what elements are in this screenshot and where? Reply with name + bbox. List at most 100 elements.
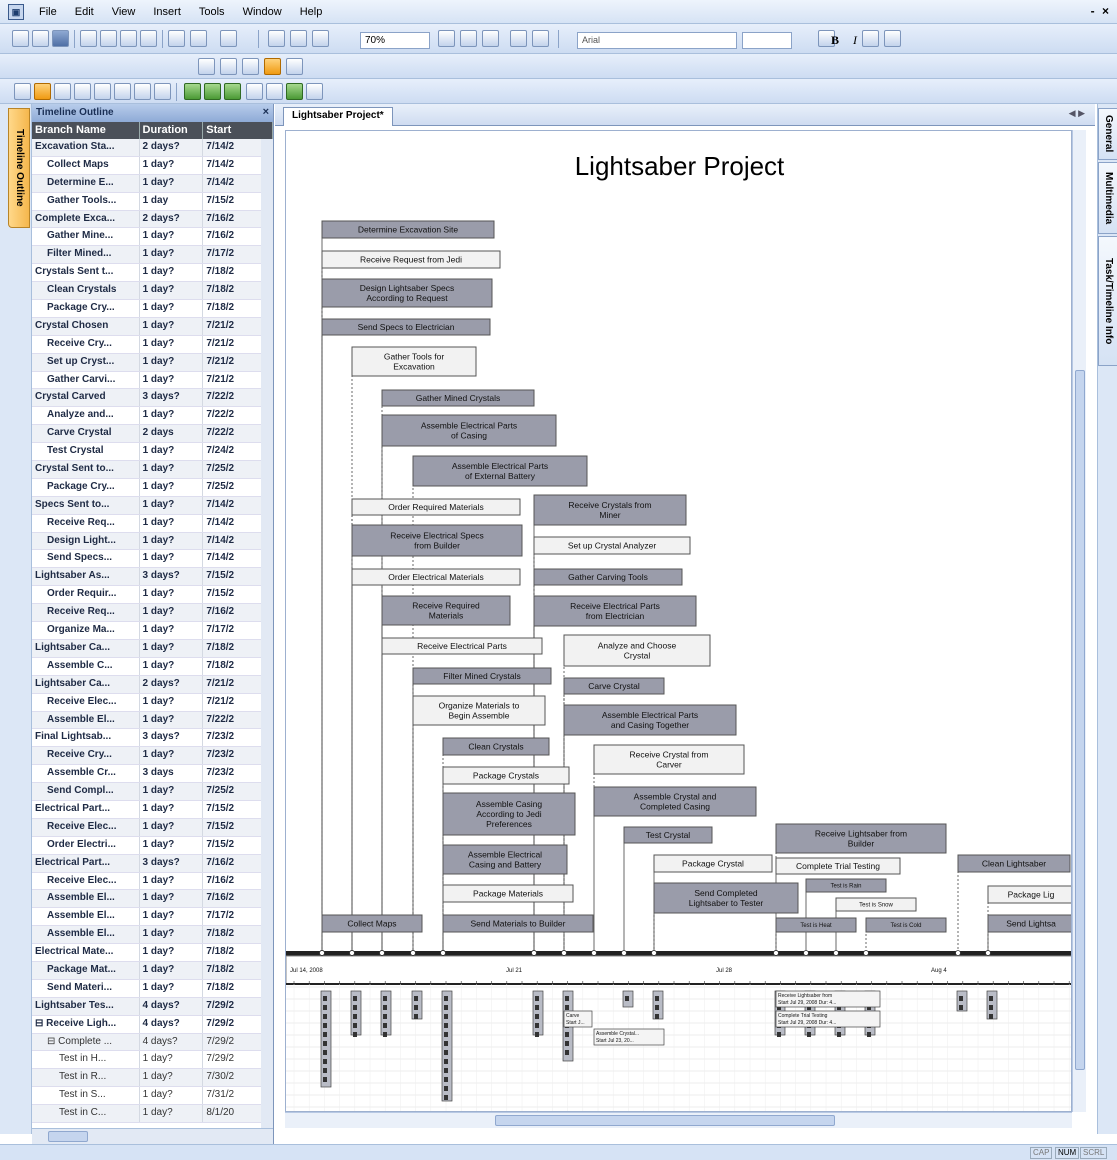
shape-rect5-icon[interactable] [134,83,151,100]
shape-rect4-icon[interactable] [114,83,131,100]
table-row[interactable]: Gather Carvi... 1 day? 7/21/2 [32,371,273,390]
table-row[interactable]: Analyze and... 1 day? 7/22/2 [32,407,273,426]
font-size-combobox[interactable] [742,32,792,49]
menu-window[interactable]: Window [234,6,291,18]
table-row[interactable]: Carve Crystal 2 days 7/22/2 [32,425,273,444]
table-row[interactable]: Determine E... 1 day? 7/14/2 [32,174,273,193]
table-row[interactable]: Test in H... 1 day? 7/29/2 [32,1051,273,1070]
window-controls[interactable]: - × [1091,4,1111,18]
highlight-icon[interactable] [884,30,901,47]
table-row[interactable]: Order Electri... 1 day? 7/15/2 [32,836,273,855]
undo-icon[interactable] [190,30,207,47]
column-header-duration[interactable]: Duration [140,122,204,139]
timeline-view-icon[interactable] [34,83,51,100]
table-row[interactable]: Crystal Sent to... 1 day? 7/25/2 [32,461,273,479]
table-row[interactable]: Package Cry... 1 day? 7/25/2 [32,478,273,497]
table-row[interactable]: ⊟ Receive Ligh... 4 days? 7/29/2 [32,1015,273,1034]
zoom-out-icon[interactable] [290,30,307,47]
column-header-start[interactable]: Start [203,122,273,139]
subtask-icon[interactable] [204,83,221,100]
scroll-thumb[interactable] [1075,370,1085,1070]
tab-lightsaber-project[interactable]: Lightsaber Project* [283,107,393,126]
hyperlink-icon[interactable] [306,83,323,100]
cut-icon[interactable] [80,30,97,47]
table-row[interactable]: Receive Cry... 1 day? 7/21/2 [32,335,273,354]
table-row[interactable]: Filter Mined... 1 day? 7/17/2 [32,246,273,265]
table-row[interactable]: Crystal Carved 3 days? 7/22/2 [32,389,273,408]
bold-button[interactable]: B [826,32,844,49]
shape-rect-icon[interactable] [54,83,71,100]
table-row[interactable]: Assemble Cr... 3 days 7/23/2 [32,765,273,784]
table-row[interactable]: Crystal Chosen 1 day? 7/21/2 [32,317,273,336]
table-row[interactable]: ⊟ Complete ... 4 days? 7/29/2 [32,1033,273,1052]
branch-icon[interactable] [482,30,499,47]
table-row[interactable]: Assemble El... 1 day? 7/22/2 [32,711,273,730]
save-icon[interactable] [52,30,69,47]
menu-file[interactable]: File [30,6,66,18]
tab-general[interactable]: General [1098,108,1117,160]
link-icon[interactable] [246,83,263,100]
scroll-thumb[interactable] [495,1115,835,1126]
table-row[interactable]: Package Cry... 1 day? 7/18/2 [32,300,273,318]
menu-tools[interactable]: Tools [190,6,234,18]
chart-icon[interactable] [510,30,527,47]
table-row[interactable]: Electrical Part... 1 day? 7/15/2 [32,800,273,819]
tab-multimedia[interactable]: Multimedia [1098,162,1117,234]
table-row[interactable]: Final Lightsab... 3 days? 7/23/2 [32,729,273,748]
scroll-thumb[interactable] [48,1131,88,1142]
table-row[interactable]: Lightsaber Ca... 1 day? 7/18/2 [32,639,273,658]
print-icon[interactable] [168,30,185,47]
table-row[interactable]: Receive Req... 1 day? 7/14/2 [32,514,273,533]
table-icon[interactable] [286,58,303,75]
layout-icon[interactable] [532,30,549,47]
table-row[interactable]: Receive Req... 1 day? 7/16/2 [32,604,273,623]
grid-icon[interactable] [862,30,879,47]
table-row[interactable]: Send Compl... 1 day? 7/25/2 [32,783,273,801]
canvas-vertical-scrollbar[interactable] [1072,130,1086,1112]
table-row[interactable]: Specs Sent to... 1 day? 7/14/2 [32,496,273,515]
table-row[interactable]: Package Mat... 1 day? 7/18/2 [32,961,273,980]
table-row[interactable]: Lightsaber Tes... 4 days? 7/29/2 [32,997,273,1016]
arrow-icon[interactable] [266,83,283,100]
italic-button[interactable]: I [846,32,864,49]
table-row[interactable]: Lightsaber As... 3 days? 7/15/2 [32,568,273,587]
close-icon[interactable]: × [263,106,269,118]
zoom-combobox[interactable]: 70% [360,32,430,49]
function-icon[interactable] [264,58,281,75]
table-row[interactable]: Collect Maps 1 day? 7/14/2 [32,156,273,175]
timeline-outline-tab[interactable]: Timeline Outline [8,108,30,228]
menu-edit[interactable]: Edit [66,6,103,18]
shape-rect3-icon[interactable] [94,83,111,100]
lightning-icon[interactable] [242,58,259,75]
paste-icon[interactable] [120,30,137,47]
table-row[interactable]: Send Materi... 1 day? 7/18/2 [32,979,273,998]
table-row[interactable]: Assemble C... 1 day? 7/18/2 [32,657,273,676]
font-combobox[interactable]: Arial [577,32,737,49]
menu-insert[interactable]: Insert [144,6,190,18]
text-box-icon[interactable] [154,83,171,100]
table-row[interactable]: Electrical Part... 3 days? 7/16/2 [32,854,273,873]
fit-page-icon[interactable] [438,30,455,47]
globe-icon[interactable] [286,83,303,100]
collapse-icon[interactable] [220,58,237,75]
canvas-horizontal-scrollbar[interactable] [285,1112,1072,1128]
table-row[interactable]: Test in R... 1 day? 7/30/2 [32,1069,273,1088]
table-row[interactable]: Design Light... 1 day? 7/14/2 [32,532,273,551]
table-row[interactable]: Assemble El... 1 day? 7/16/2 [32,890,273,909]
column-header-branch-name[interactable]: Branch Name [32,122,140,139]
zoom-menu-icon[interactable] [312,30,329,47]
table-row[interactable]: Electrical Mate... 1 day? 7/18/2 [32,944,273,962]
redo-icon[interactable] [220,30,237,47]
copy-icon[interactable] [100,30,117,47]
milestone-icon[interactable] [224,83,241,100]
app-icon[interactable]: ▣ [8,3,24,20]
table-row[interactable]: Receive Cry... 1 day? 7/23/2 [32,747,273,766]
new-file-icon[interactable] [12,30,29,47]
table-row[interactable]: Crystals Sent t... 1 day? 7/18/2 [32,264,273,283]
select-icon[interactable] [14,83,31,100]
table-row[interactable]: Test in S... 1 day? 7/31/2 [32,1087,273,1106]
outline-vertical-scrollbar[interactable] [261,139,273,1139]
table-row[interactable]: Assemble El... 1 day? 7/17/2 [32,908,273,927]
table-row[interactable]: Gather Tools... 1 day 7/15/2 [32,192,273,211]
table-row[interactable]: Lightsaber Ca... 2 days? 7/21/2 [32,675,273,694]
